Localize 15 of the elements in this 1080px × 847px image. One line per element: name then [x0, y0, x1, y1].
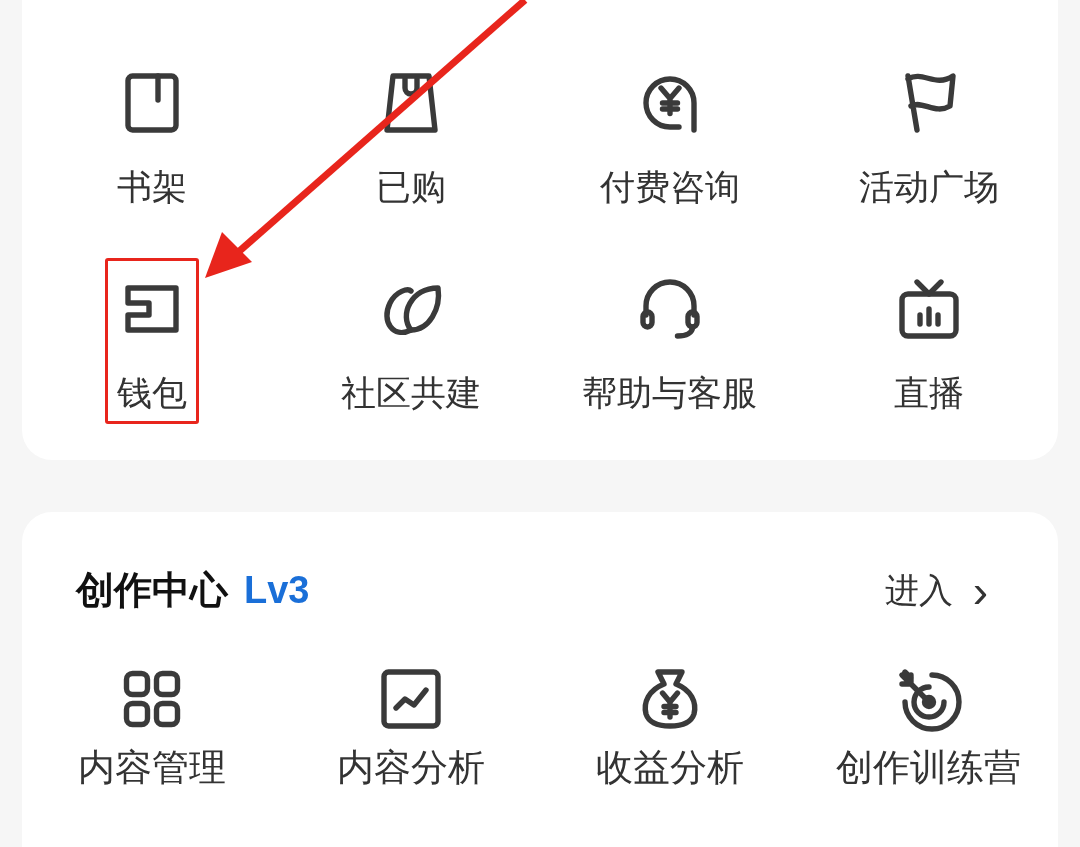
level-label: Lv3	[244, 568, 310, 613]
shortcut-item[interactable]: 帮助与客服	[571, 258, 768, 424]
creator-tool-item[interactable]: 内容管理	[22, 663, 281, 791]
creator-tool-item[interactable]: 收益分析	[540, 663, 799, 791]
enter-link[interactable]: 进入 ›	[884, 565, 988, 616]
shortcut-item[interactable]: 书架	[104, 52, 199, 218]
creator-tool-item[interactable]: 创作训练营	[799, 663, 1058, 791]
shortcut-item[interactable]: 社区共建	[329, 258, 492, 424]
shortcut-item[interactable]: 直播	[881, 258, 976, 424]
section-title: 创作中心	[76, 568, 228, 613]
creator-tool-item[interactable]: 内容分析	[281, 663, 540, 791]
shortcut-item[interactable]: 钱包	[104, 258, 199, 424]
shortcut-item[interactable]: 已购	[363, 52, 458, 218]
shortcut-item[interactable]: 付费咨询	[588, 52, 751, 218]
shortcut-item[interactable]: 活动广场	[847, 52, 1010, 218]
